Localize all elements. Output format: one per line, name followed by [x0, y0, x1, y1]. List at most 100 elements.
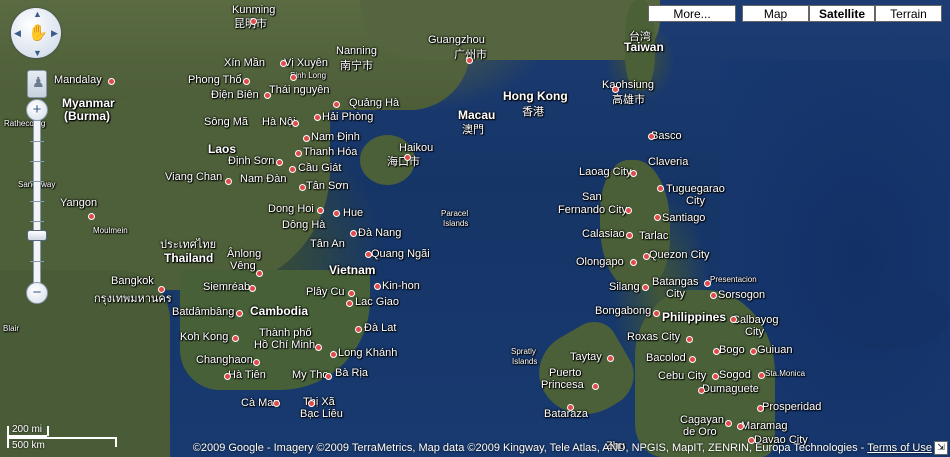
place-label[interactable]: Blair [3, 324, 19, 333]
place-label[interactable]: Đà Lat [364, 322, 396, 334]
place-label[interactable]: Điện Biên [211, 89, 259, 101]
city-marker[interactable] [333, 101, 340, 108]
place-label[interactable]: Bạc Liêu [300, 408, 343, 420]
city-marker[interactable] [292, 120, 299, 127]
city-marker[interactable] [592, 383, 599, 390]
pan-up-icon[interactable]: ▲ [33, 9, 42, 19]
place-label[interactable]: Laoag City [579, 166, 632, 178]
place-label[interactable]: Định Sơn [228, 155, 274, 167]
pan-left-icon[interactable]: ◀ [14, 28, 21, 39]
city-marker[interactable] [757, 405, 764, 412]
city-marker[interactable] [466, 57, 473, 64]
place-label[interactable]: Bogo [719, 344, 745, 356]
city-marker[interactable] [630, 170, 637, 177]
map-type-terrain-button[interactable]: Terrain [875, 5, 942, 22]
place-label[interactable]: Sông Mã [204, 116, 248, 128]
place-label[interactable]: City [666, 288, 685, 300]
city-marker[interactable] [355, 326, 362, 333]
place-label[interactable]: City [745, 326, 764, 338]
place-label[interactable]: Dong Hoi [268, 203, 314, 215]
map-type-satellite-button[interactable]: Satellite [809, 5, 875, 22]
city-marker[interactable] [330, 351, 337, 358]
place-label[interactable]: Batdâmbâng [172, 306, 234, 318]
place-label[interactable]: Presentacion [710, 275, 757, 284]
place-label[interactable]: Nanning [336, 45, 377, 57]
zoom-slider-thumb[interactable] [27, 230, 47, 242]
city-marker[interactable] [250, 18, 257, 25]
place-label[interactable]: Phong Thổ [188, 74, 242, 86]
city-marker[interactable] [249, 285, 256, 292]
city-marker[interactable] [303, 135, 310, 142]
place-label[interactable]: Thailand [164, 251, 213, 265]
place-label[interactable]: Hải Phòng [322, 111, 373, 123]
city-marker[interactable] [698, 387, 705, 394]
city-marker[interactable] [758, 372, 765, 379]
place-label[interactable]: Claveria [648, 156, 688, 168]
place-label[interactable]: Calasiao [582, 228, 625, 240]
city-marker[interactable] [648, 133, 655, 140]
city-marker[interactable] [290, 74, 297, 81]
place-label[interactable]: Spratly [511, 347, 536, 356]
place-label[interactable]: Vêng [230, 260, 256, 272]
city-marker[interactable] [348, 290, 355, 297]
collapse-overview-icon[interactable]: ⇲ [934, 441, 948, 455]
city-marker[interactable] [350, 230, 357, 237]
place-label[interactable]: Maramag [741, 420, 787, 432]
city-marker[interactable] [607, 355, 614, 362]
place-label[interactable]: Fernando City [558, 204, 627, 216]
place-label[interactable]: My Tho [292, 369, 328, 381]
pan-right-icon[interactable]: ▶ [51, 28, 58, 39]
city-marker[interactable] [725, 420, 732, 427]
place-label[interactable]: Ânlong [227, 248, 261, 260]
place-label[interactable]: Vị Xuyên [284, 57, 328, 69]
city-marker[interactable] [654, 214, 661, 221]
city-marker[interactable] [737, 423, 744, 430]
place-label[interactable]: Viang Chan [165, 171, 222, 183]
city-marker[interactable] [626, 232, 633, 239]
city-marker[interactable] [280, 60, 287, 67]
place-label[interactable]: Dông Hà [282, 219, 325, 231]
place-label[interactable]: Nam Định [311, 131, 360, 143]
place-label[interactable]: Guiuan [757, 344, 792, 356]
place-label[interactable]: Mandalay [54, 74, 102, 86]
city-marker[interactable] [308, 400, 315, 407]
place-label[interactable]: Tân Sơn [306, 180, 349, 192]
place-label[interactable]: Laos [208, 142, 236, 156]
place-label[interactable]: Taiwan [624, 40, 664, 54]
place-label[interactable]: Thành phố [259, 327, 312, 339]
city-marker[interactable] [325, 373, 332, 380]
city-marker[interactable] [710, 292, 717, 299]
pan-down-icon[interactable]: ▼ [33, 48, 42, 58]
place-label[interactable]: Cagayan [680, 414, 724, 426]
city-marker[interactable] [158, 286, 165, 293]
city-marker[interactable] [730, 316, 737, 323]
place-label[interactable]: Batangas [652, 276, 698, 288]
zoom-out-button[interactable]: − [26, 282, 48, 304]
place-label[interactable]: San [582, 191, 602, 203]
place-label[interactable]: Guangzhou [428, 34, 485, 46]
place-label[interactable]: Long Khánh [338, 347, 397, 359]
place-label[interactable]: City [686, 195, 705, 207]
place-label[interactable]: Prosperidad [762, 401, 821, 413]
place-label[interactable]: Macau [458, 108, 495, 122]
place-label[interactable]: Đà Nang [358, 227, 401, 239]
place-label[interactable]: Kaohsiung [602, 79, 654, 91]
place-label[interactable]: Islands [512, 357, 537, 366]
place-label[interactable]: Bacolod [646, 352, 686, 364]
place-label[interactable]: Tân An [310, 238, 345, 250]
city-marker[interactable] [630, 259, 637, 266]
place-label[interactable]: Myanmar [62, 96, 115, 110]
place-label[interactable]: Islands [443, 219, 468, 228]
city-marker[interactable] [299, 184, 306, 191]
city-marker[interactable] [643, 253, 650, 260]
place-label[interactable]: Kin-hon [382, 280, 420, 292]
city-marker[interactable] [289, 166, 296, 173]
place-label[interactable]: Quang Ngãi [371, 248, 430, 260]
place-label[interactable]: Bongabong [595, 305, 651, 317]
place-label[interactable]: Hue [343, 207, 363, 219]
place-label[interactable]: Hồ Chí Minh [254, 339, 315, 351]
place-label[interactable]: Quezon City [649, 249, 710, 261]
city-marker[interactable] [612, 86, 619, 93]
place-label[interactable]: Tuguegarao [666, 183, 725, 195]
place-label[interactable]: Quảng Hà [349, 97, 399, 109]
